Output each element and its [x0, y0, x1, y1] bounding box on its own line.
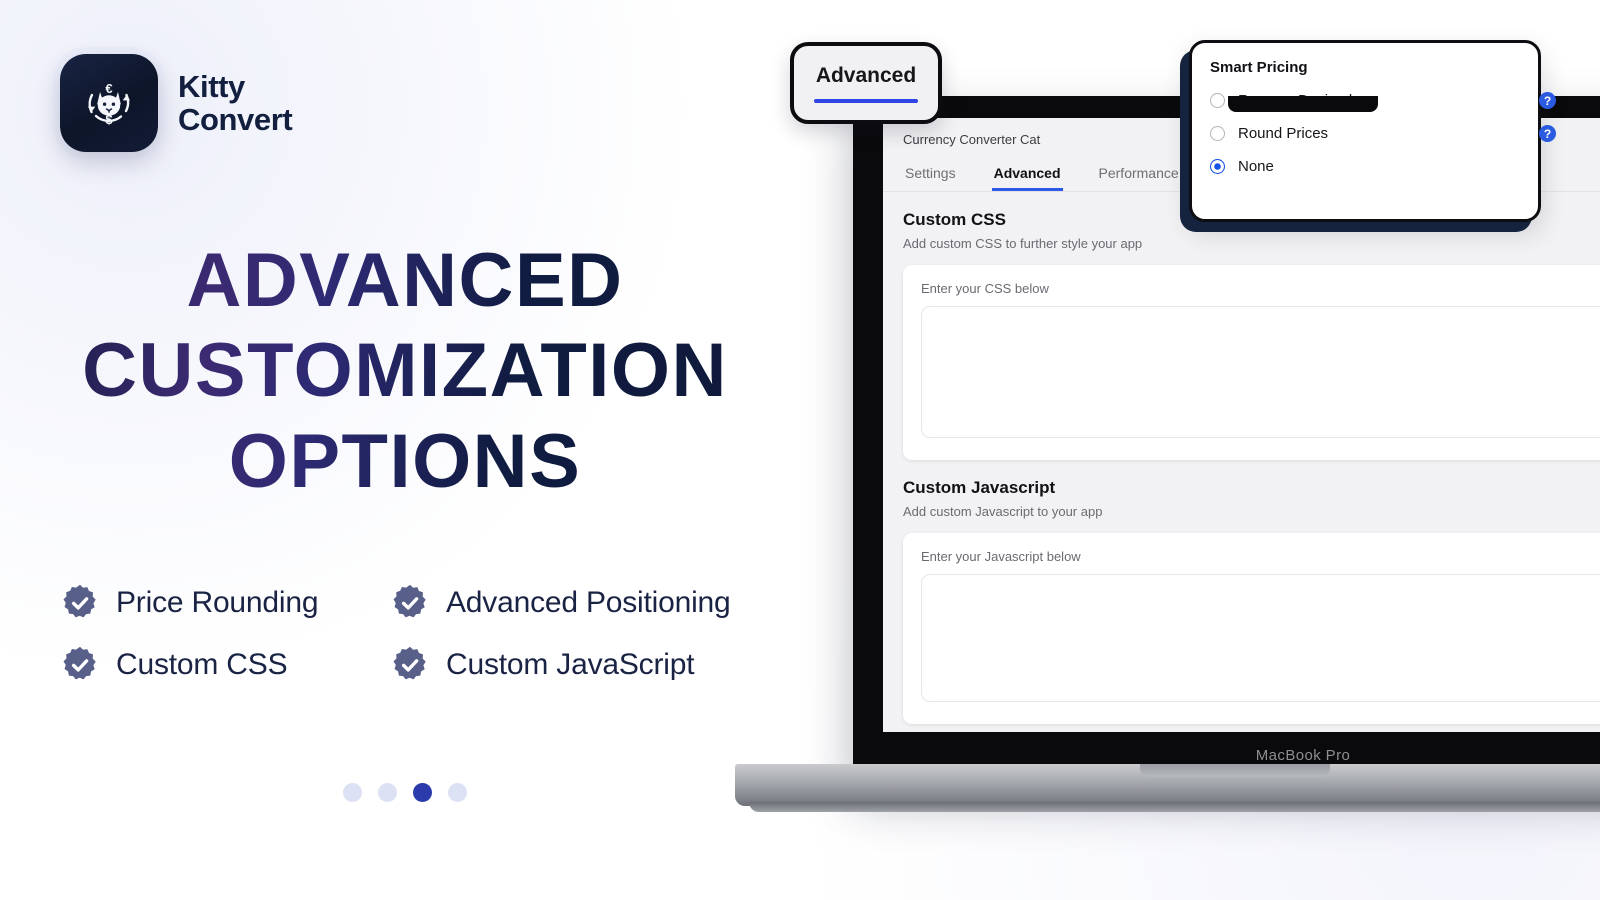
tab-performance[interactable]: Performance — [1097, 157, 1181, 191]
custom-css-card: Enter your CSS below — [903, 265, 1600, 460]
section-custom-javascript: Custom Javascript Add custom Javascript … — [883, 460, 1600, 724]
pagination-dot-2[interactable] — [378, 783, 397, 802]
feature-label: Price Rounding — [116, 586, 319, 619]
brand-name-line2: Convert — [178, 102, 293, 137]
callout-smart-pricing-panel: Smart Pricing Remove Decimals ? Round Pr… — [1189, 40, 1556, 222]
cat-currency-exchange-icon: € $ — [87, 81, 131, 127]
page-title: ADVANCED CUSTOMIZATION OPTIONS — [0, 236, 810, 507]
feature-item-custom-css: Custom CSS — [60, 645, 390, 685]
feature-label: Custom JavaScript — [446, 648, 695, 681]
marketing-panel: € $ Kitty Convert ADVANCED CUSTOMIZATION… — [0, 0, 830, 900]
brand-name: Kitty Convert — [178, 68, 293, 137]
check-badge-icon — [63, 646, 96, 680]
custom-javascript-card: Enter your Javascript below — [903, 533, 1600, 724]
tab-settings[interactable]: Settings — [903, 157, 958, 191]
pagination-dot-1[interactable] — [343, 783, 362, 802]
device-model-label: MacBook Pro — [1255, 747, 1351, 764]
option-round-prices[interactable]: Round Prices ? — [1210, 125, 1556, 142]
section-subtitle: Add custom Javascript to your app — [903, 504, 1103, 519]
laptop-base — [735, 764, 1600, 812]
check-badge-icon — [393, 584, 426, 618]
brand-lockup: € $ Kitty Convert — [60, 54, 293, 152]
pagination-dot-4[interactable] — [448, 783, 467, 802]
option-none[interactable]: None — [1210, 158, 1520, 175]
app-logo-mark: € $ — [60, 54, 158, 152]
callout-advanced-label: Advanced — [815, 63, 917, 87]
custom-javascript-textarea[interactable] — [921, 574, 1600, 702]
active-tab-underline — [814, 98, 918, 103]
promo-slide: € $ Kitty Convert ADVANCED CUSTOMIZATION… — [0, 0, 1600, 900]
section-custom-css: Custom CSS Add custom CSS to further sty… — [883, 192, 1600, 460]
feature-label: Custom CSS — [116, 648, 288, 681]
check-badge-icon — [393, 646, 426, 680]
custom-css-field-label: Enter your CSS below — [921, 281, 1049, 296]
dollar-symbol: $ — [105, 112, 113, 127]
custom-javascript-field-label: Enter your Javascript below — [921, 549, 1081, 564]
laptop-base-edge — [749, 802, 1600, 812]
carousel-pagination[interactable] — [0, 783, 810, 802]
tab-advanced[interactable]: Advanced — [991, 157, 1063, 191]
check-badge-icon — [63, 584, 96, 618]
question-mark-icon[interactable]: ? — [1539, 92, 1556, 109]
radio-round-prices[interactable] — [1210, 126, 1225, 141]
section-title: Custom Javascript — [903, 478, 1056, 497]
section-subtitle: Add custom CSS to further style your app — [903, 236, 1143, 251]
option-label: None — [1238, 158, 1274, 175]
feature-list: Price Rounding Advanced Positioning Cust… — [60, 583, 800, 685]
euro-symbol: € — [105, 81, 112, 96]
question-mark-icon[interactable]: ? — [1539, 125, 1556, 142]
option-label: Round Prices — [1238, 125, 1329, 142]
brand-name-line1: Kitty — [178, 68, 245, 104]
radio-none[interactable] — [1210, 159, 1225, 174]
camera-notch — [1228, 96, 1378, 112]
radio-remove-decimals[interactable] — [1210, 93, 1225, 108]
custom-css-textarea[interactable] — [921, 306, 1600, 438]
feature-label: Advanced Positioning — [446, 586, 731, 619]
smart-pricing-title: Smart Pricing — [1210, 59, 1308, 76]
callout-advanced-tab[interactable]: Advanced — [790, 42, 942, 124]
feature-item-price-rounding: Price Rounding — [60, 583, 390, 623]
pagination-dot-3[interactable] — [413, 783, 432, 802]
